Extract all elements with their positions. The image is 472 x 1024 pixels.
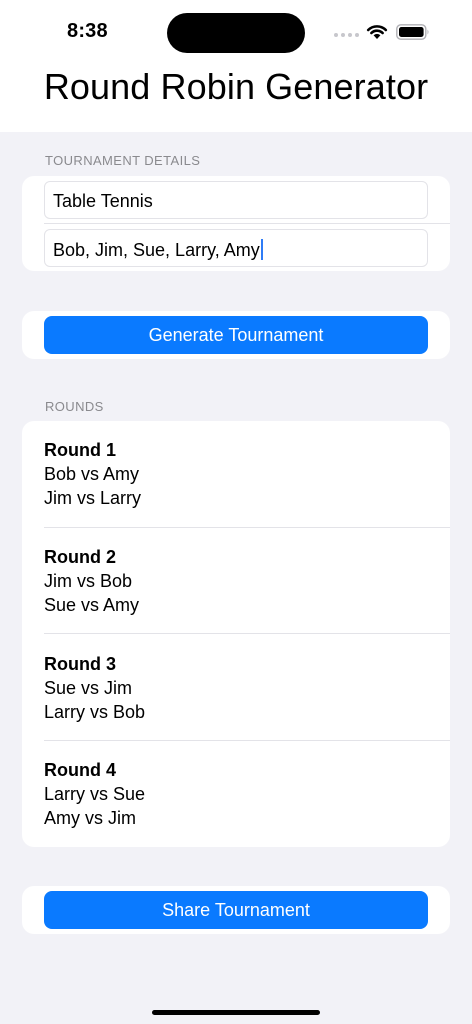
round-title: Round 4 xyxy=(44,760,116,780)
wifi-icon xyxy=(366,25,388,39)
generate-tournament-button[interactable]: Generate Tournament xyxy=(44,316,428,354)
round-2: Round 2 Jim vs Bob Sue vs Amy xyxy=(44,545,444,617)
round-1: Round 1 Bob vs Amy Jim vs Larry xyxy=(44,438,444,510)
tournament-name-field[interactable]: Table Tennis xyxy=(44,181,428,219)
tournament-name-value: Table Tennis xyxy=(53,191,153,211)
status-time: 8:38 xyxy=(67,20,108,42)
divider xyxy=(44,223,450,224)
match: Larry vs Bob xyxy=(44,702,146,722)
page-title: Round Robin Generator xyxy=(43,66,429,107)
match: Bob vs Amy xyxy=(44,464,140,484)
round-3: Round 3 Sue vs Jim Larry vs Bob xyxy=(44,652,444,724)
players-field[interactable]: Bob, Jim, Sue, Larry, Amy xyxy=(44,229,428,267)
match: Jim vs Larry xyxy=(44,488,142,508)
match: Sue vs Amy xyxy=(44,595,140,615)
section-header-tournament-details: TOURNAMENT DETAILS xyxy=(45,153,201,168)
match: Larry vs Sue xyxy=(44,784,146,804)
round-title: Round 2 xyxy=(44,547,116,567)
match: Sue vs Jim xyxy=(44,678,133,698)
home-indicator[interactable] xyxy=(152,1010,320,1015)
match: Jim vs Bob xyxy=(44,571,133,591)
rounds-card: Round 1 Bob vs Amy Jim vs Larry Round 2 … xyxy=(22,421,450,847)
tournament-details-card: Table Tennis Bob, Jim, Sue, Larry, Amy xyxy=(22,176,450,271)
share-card: Share Tournament xyxy=(22,886,450,934)
divider xyxy=(44,527,450,528)
screen: 8:38 Round Robin Generator TOURNAMENT DE… xyxy=(0,0,472,1024)
round-title: Round 3 xyxy=(44,654,116,674)
divider xyxy=(44,633,450,634)
section-header-rounds: ROUNDS xyxy=(45,399,104,414)
generate-card: Generate Tournament xyxy=(22,311,450,359)
navigation-area: 8:38 Round Robin Generator xyxy=(0,0,472,132)
battery-icon xyxy=(396,24,429,40)
divider xyxy=(44,740,450,741)
text-cursor xyxy=(260,239,263,260)
players-value: Bob, Jim, Sue, Larry, Amy xyxy=(53,240,260,260)
round-4: Round 4 Larry vs Sue Amy vs Jim xyxy=(44,758,444,830)
cellular-signal-icon xyxy=(334,33,359,37)
share-tournament-button[interactable]: Share Tournament xyxy=(44,891,428,929)
round-title: Round 1 xyxy=(44,440,116,460)
match: Amy vs Jim xyxy=(44,808,136,828)
dynamic-island xyxy=(167,13,305,53)
